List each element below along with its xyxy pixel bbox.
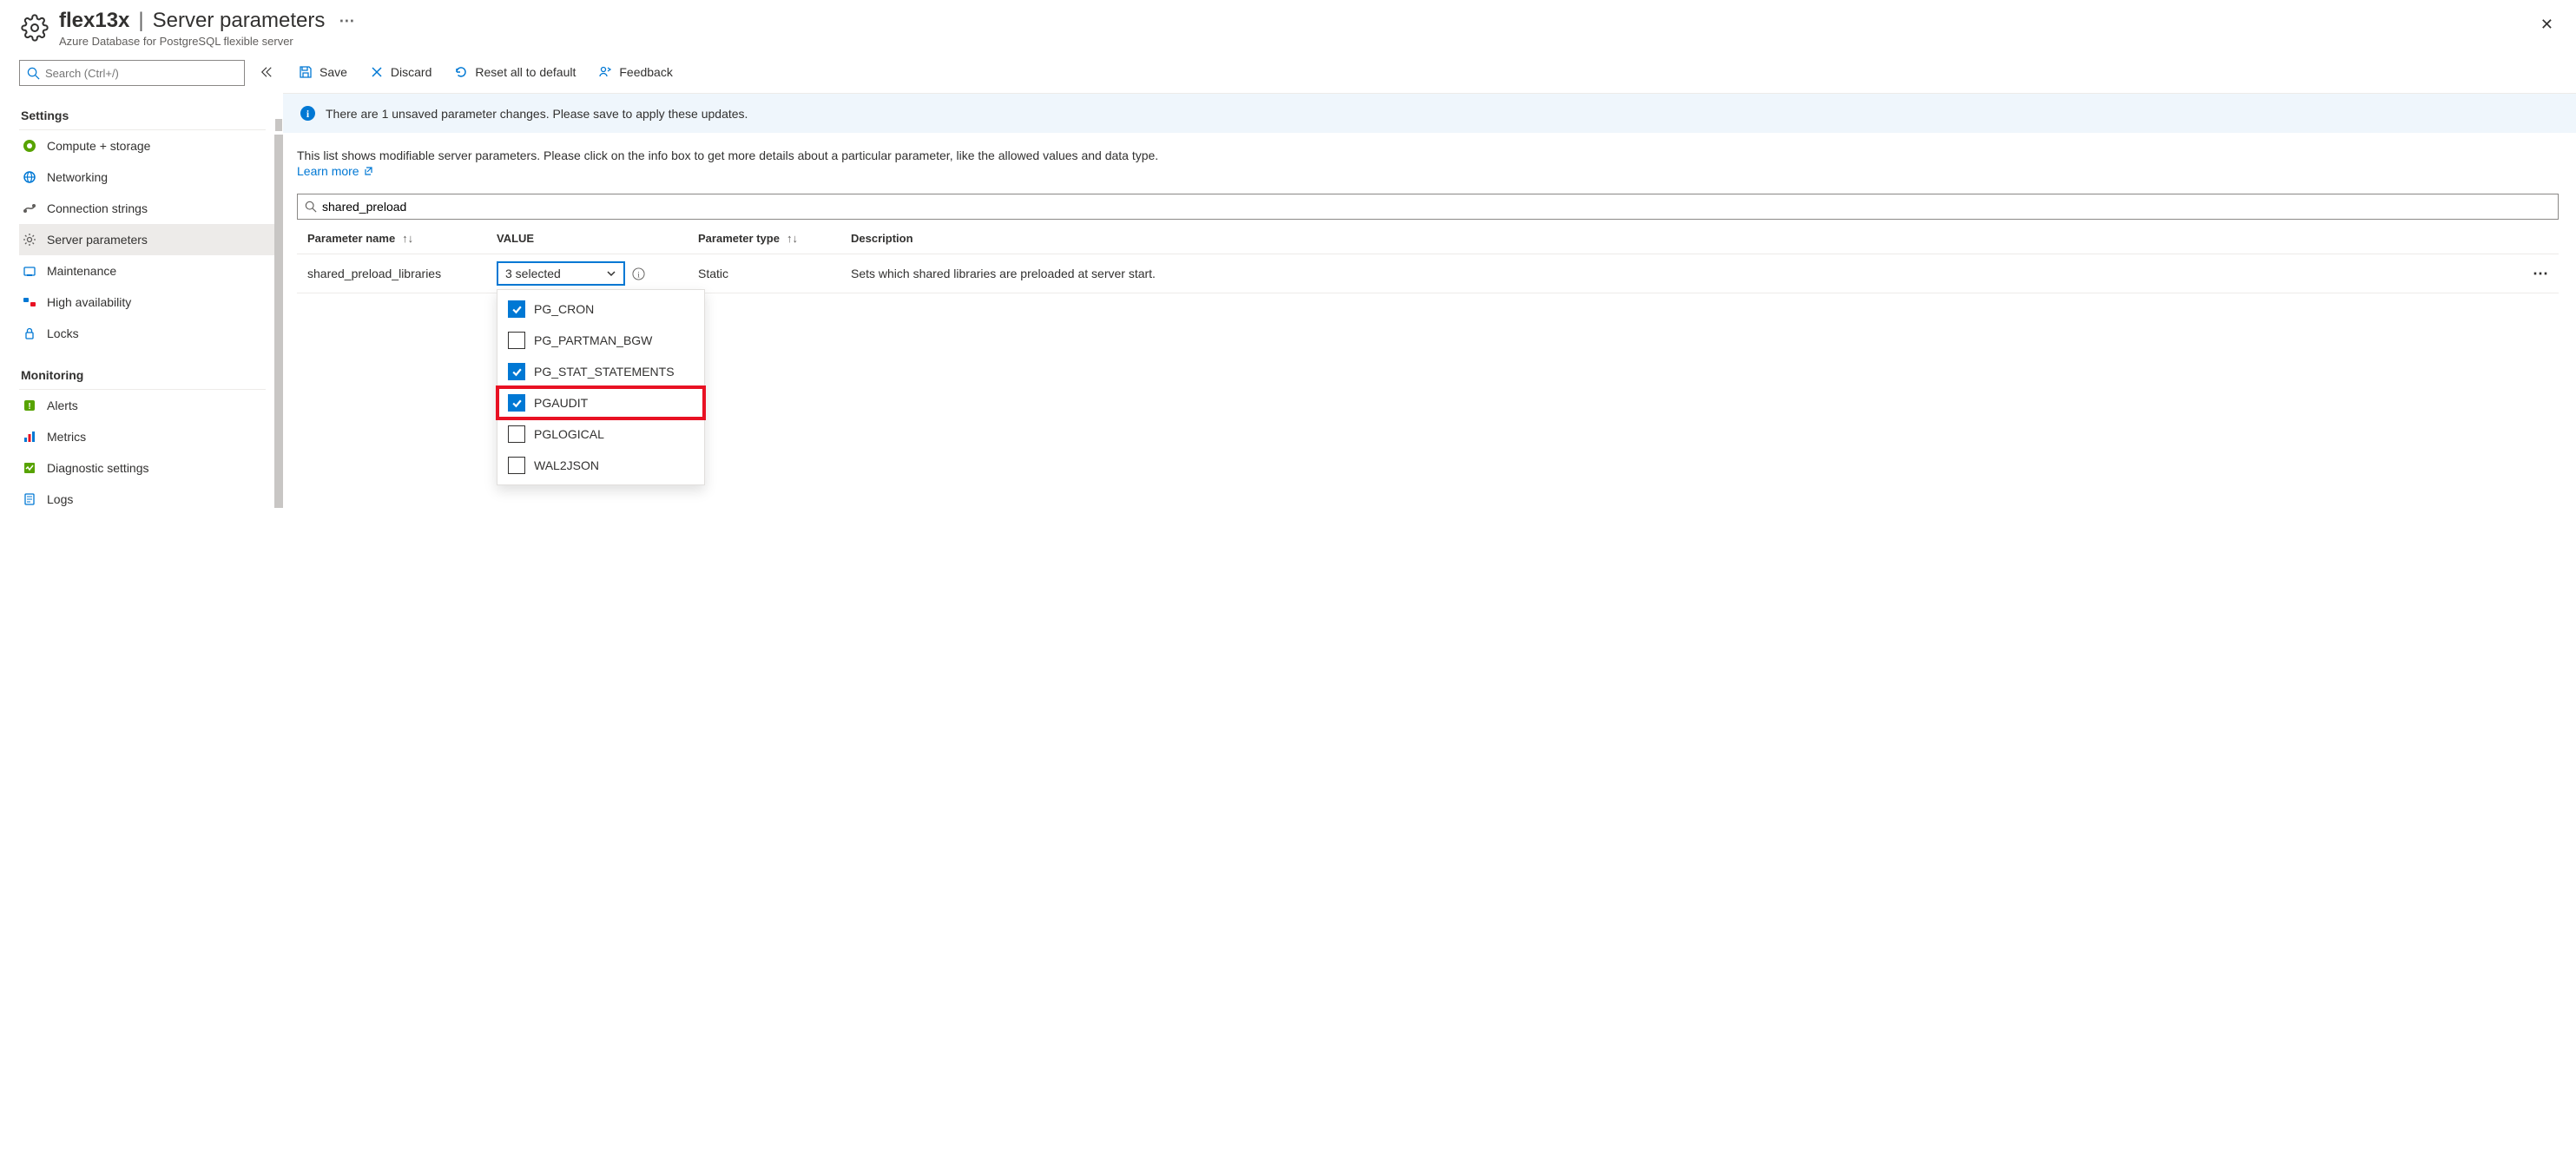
sidebar-item-server-parameters[interactable]: Server parameters (19, 224, 283, 255)
option-label: PG_STAT_STATEMENTS (534, 365, 675, 379)
option-label: WAL2JSON (534, 458, 599, 472)
discard-button[interactable]: Discard (368, 62, 433, 82)
scroll-arrow-icon (275, 119, 282, 131)
toolbar: Save Discard Reset all to default Feedba… (283, 56, 2576, 94)
page-subtitle: Azure Database for PostgreSQL flexible s… (59, 35, 2555, 48)
section-monitoring: Monitoring (19, 361, 266, 390)
checkbox[interactable] (508, 332, 525, 349)
reset-button[interactable]: Reset all to default (452, 62, 577, 82)
main-content: Save Discard Reset all to default Feedba… (283, 53, 2576, 1153)
sidebar: Settings Compute + storage Networking Co… (0, 53, 283, 1153)
info-banner: i There are 1 unsaved parameter changes.… (283, 94, 2576, 133)
checkbox[interactable] (508, 394, 525, 412)
feedback-button[interactable]: Feedback (596, 62, 674, 82)
dropdown-option[interactable]: PGLOGICAL (497, 418, 704, 450)
sidebar-item-networking[interactable]: Networking (19, 161, 283, 193)
collapse-sidebar-button[interactable] (257, 63, 276, 84)
dropdown-option[interactable]: PG_CRON (497, 293, 704, 325)
sidebar-item-high-availability[interactable]: High availability (19, 287, 283, 318)
alerts-icon: ! (23, 399, 36, 412)
search-icon (27, 67, 40, 80)
col-parameter-type[interactable]: Parameter type ↑↓ (698, 232, 851, 245)
dropdown-option[interactable]: PG_PARTMAN_BGW (497, 325, 704, 356)
option-label: PGLOGICAL (534, 427, 604, 441)
page-header: flex13x | Server parameters ⋯ Azure Data… (0, 0, 2576, 53)
save-icon (299, 65, 313, 79)
page-title: flex13x | Server parameters ⋯ (59, 9, 2555, 33)
cell-param-type: Static (698, 267, 851, 280)
svg-text:i: i (637, 271, 640, 280)
diagnostic-icon (23, 461, 36, 475)
sidebar-item-metrics[interactable]: Metrics (19, 421, 283, 452)
sort-icon: ↑↓ (787, 232, 798, 245)
checkbox[interactable] (508, 425, 525, 443)
more-icon[interactable]: ⋯ (339, 12, 354, 30)
table-header: Parameter name ↑↓ VALUE Parameter type ↑… (297, 223, 2559, 254)
save-button[interactable]: Save (297, 62, 349, 82)
svg-text:!: ! (28, 402, 30, 412)
sidebar-item-locks[interactable]: Locks (19, 318, 283, 349)
compute-icon (23, 139, 36, 153)
lock-icon (23, 326, 36, 340)
option-label: PG_CRON (534, 302, 594, 316)
external-link-icon (363, 166, 373, 176)
sidebar-item-compute-storage[interactable]: Compute + storage (19, 130, 283, 161)
gear-icon (21, 14, 49, 42)
table-row: shared_preload_libraries 3 selected i St… (297, 254, 2559, 293)
option-label: PGAUDIT (534, 396, 588, 410)
sidebar-search-input[interactable] (45, 67, 237, 80)
dropdown-option[interactable]: PG_STAT_STATEMENTS (497, 356, 704, 387)
sidebar-item-maintenance[interactable]: Maintenance (19, 255, 283, 287)
chevron-double-left-icon (260, 66, 273, 78)
maintenance-icon (23, 264, 36, 278)
section-settings: Settings (19, 102, 266, 130)
parameter-table: Parameter name ↑↓ VALUE Parameter type ↑… (297, 223, 2559, 293)
checkbox[interactable] (508, 457, 525, 474)
close-button[interactable]: ✕ (2535, 10, 2559, 39)
close-icon (370, 65, 384, 79)
sidebar-scrollbar[interactable] (274, 135, 283, 508)
dropdown-panel: PG_CRON PG_PARTMAN_BGW PG_STAT_STATEMENTS P… (497, 289, 705, 485)
checkbox[interactable] (508, 363, 525, 380)
dropdown-option[interactable]: WAL2JSON (497, 450, 704, 481)
checkbox[interactable] (508, 300, 525, 318)
parameter-search-input[interactable] (322, 200, 2551, 214)
col-value: VALUE (497, 232, 698, 245)
sort-icon: ↑↓ (402, 232, 413, 245)
description-text: This list shows modifiable server parame… (297, 148, 2559, 162)
cell-description: Sets which shared libraries are preloade… (851, 267, 2533, 280)
sidebar-item-diagnostic-settings[interactable]: Diagnostic settings (19, 452, 283, 484)
sidebar-search[interactable] (19, 60, 245, 86)
learn-more-link[interactable]: Learn more (297, 164, 373, 178)
chevron-down-icon (606, 268, 616, 279)
col-parameter-name[interactable]: Parameter name ↑↓ (297, 232, 497, 245)
value-dropdown[interactable]: 3 selected (497, 261, 625, 286)
sidebar-item-alerts[interactable]: ! Alerts (19, 390, 283, 421)
gear-icon (23, 233, 36, 247)
col-description: Description (851, 232, 2559, 245)
availability-icon (23, 295, 36, 309)
logs-icon (23, 492, 36, 506)
dropdown-option[interactable]: PGAUDIT (497, 387, 704, 418)
search-icon (305, 201, 317, 213)
networking-icon (23, 170, 36, 184)
metrics-icon (23, 430, 36, 444)
option-label: PG_PARTMAN_BGW (534, 333, 652, 347)
reset-icon (454, 65, 468, 79)
parameter-search[interactable] (297, 194, 2559, 220)
connection-icon (23, 201, 36, 215)
info-icon: i (300, 106, 315, 121)
sidebar-item-connection-strings[interactable]: Connection strings (19, 193, 283, 224)
info-icon[interactable]: i (632, 267, 645, 280)
sidebar-item-logs[interactable]: Logs (19, 484, 283, 515)
feedback-icon (598, 65, 612, 79)
row-more-button[interactable]: ⋯ (2533, 265, 2559, 283)
cell-param-name: shared_preload_libraries (297, 267, 497, 280)
